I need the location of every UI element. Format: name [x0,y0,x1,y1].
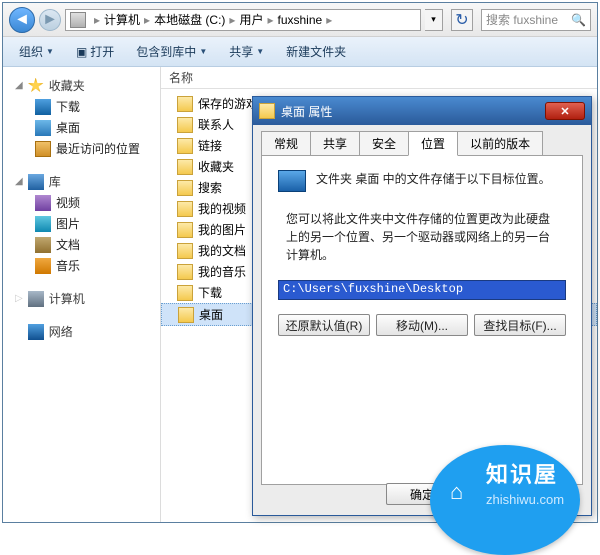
crumb[interactable]: 计算机 [104,11,140,28]
dialog-titlebar[interactable]: 桌面 属性 ✕ [253,97,591,125]
breadcrumb-dropdown[interactable]: ▾ [425,9,443,31]
download-icon [35,99,51,115]
badge-url: zhishiwu.com [486,492,564,507]
command-bar: 组织▼ ▣打开 包含到库中▼ 共享▼ 新建文件夹 [3,37,597,67]
restore-default-button[interactable]: 还原默认值(R) [278,314,370,336]
close-button[interactable]: ✕ [545,102,585,120]
sidebar-item-desktop[interactable]: 桌面 [3,117,160,138]
tab-content: 文件夹 桌面 中的文件存储于以下目标位置。 您可以将此文件夹中文件存储的位置更改… [261,155,583,485]
tab-location[interactable]: 位置 [408,131,458,156]
column-header[interactable]: 名称 [161,67,597,89]
crumb[interactable]: 本地磁盘 (C:) [154,11,225,28]
folder-icon [177,96,193,112]
recent-icon [35,141,51,157]
folder-icon [177,159,193,175]
open-button[interactable]: ▣打开 [66,40,124,63]
dialog-title: 桌面 属性 [281,103,332,120]
network-icon [28,324,44,340]
back-button[interactable]: ◄ [9,7,35,33]
house-icon: ⌂ [450,479,463,505]
folder-icon [177,201,193,217]
folder-icon [177,264,193,280]
folder-icon [177,138,193,154]
location-text-2: 您可以将此文件夹中文件存储的位置更改为此硬盘上的另一个位置、另一个驱动器或网络上… [286,210,558,264]
folder-icon [259,103,275,119]
sidebar-item-downloads[interactable]: 下载 [3,96,160,117]
search-placeholder: 搜索 fuxshine [486,11,558,28]
sidebar-item-music[interactable]: 音乐 [3,255,160,276]
video-icon [35,195,51,211]
tab-strip: 常规 共享 安全 位置 以前的版本 [253,125,591,155]
location-text-1: 文件夹 桌面 中的文件存储于以下目标位置。 [316,170,551,187]
nav-pane: ◢收藏夹 下载 桌面 最近访问的位置 ◢库 视频 图片 文档 音乐 ▷计算机 ▷… [3,67,161,522]
newfolder-button[interactable]: 新建文件夹 [276,40,356,63]
libraries-group[interactable]: ◢库 [3,171,160,192]
tab-previous[interactable]: 以前的版本 [457,131,543,155]
forward-button[interactable]: ► [39,9,61,31]
music-icon [35,258,51,274]
folder-icon [177,285,193,301]
monitor-icon [278,170,306,192]
folder-icon [178,307,194,323]
favorites-group[interactable]: ◢收藏夹 [3,75,160,96]
share-menu[interactable]: 共享▼ [219,40,274,63]
include-menu[interactable]: 包含到库中▼ [126,40,217,63]
tab-general[interactable]: 常规 [261,131,311,155]
computer-group[interactable]: ▷计算机 [3,288,160,309]
folder-icon [177,243,193,259]
computer-icon [28,291,44,307]
star-icon [28,78,44,94]
sidebar-item-videos[interactable]: 视频 [3,192,160,213]
organize-menu[interactable]: 组织▼ [9,40,64,63]
folder-icon [177,117,193,133]
sidebar-item-documents[interactable]: 文档 [3,234,160,255]
search-input[interactable]: 搜索 fuxshine 🔍 [481,9,591,31]
picture-icon [35,216,51,232]
refresh-button[interactable]: ↻ [451,9,473,31]
search-icon: 🔍 [571,13,586,27]
tab-sharing[interactable]: 共享 [310,131,360,155]
watermark-badge: ⌂ 知识屋 zhishiwu.com [430,447,600,525]
crumb[interactable]: fuxshine [277,13,322,27]
crumb[interactable]: 用户 [239,11,263,28]
nav-bar: ◄ ► ▸ 计算机▸ 本地磁盘 (C:)▸ 用户▸ fuxshine▸ ▾ ↻ … [3,3,597,37]
desktop-icon [35,120,51,136]
library-icon [28,174,44,190]
sidebar-item-pictures[interactable]: 图片 [3,213,160,234]
badge-title: 知识屋 [486,457,558,489]
computer-icon [70,12,86,28]
tab-security[interactable]: 安全 [359,131,409,155]
find-target-button[interactable]: 查找目标(F)... [474,314,566,336]
breadcrumb[interactable]: ▸ 计算机▸ 本地磁盘 (C:)▸ 用户▸ fuxshine▸ [65,9,421,31]
folder-icon [177,222,193,238]
network-group[interactable]: ▷网络 [3,321,160,342]
path-input[interactable]: C:\Users\fuxshine\Desktop [278,280,566,300]
document-icon [35,237,51,253]
move-button[interactable]: 移动(M)... [376,314,468,336]
sidebar-item-recent[interactable]: 最近访问的位置 [3,138,160,159]
folder-icon [177,180,193,196]
